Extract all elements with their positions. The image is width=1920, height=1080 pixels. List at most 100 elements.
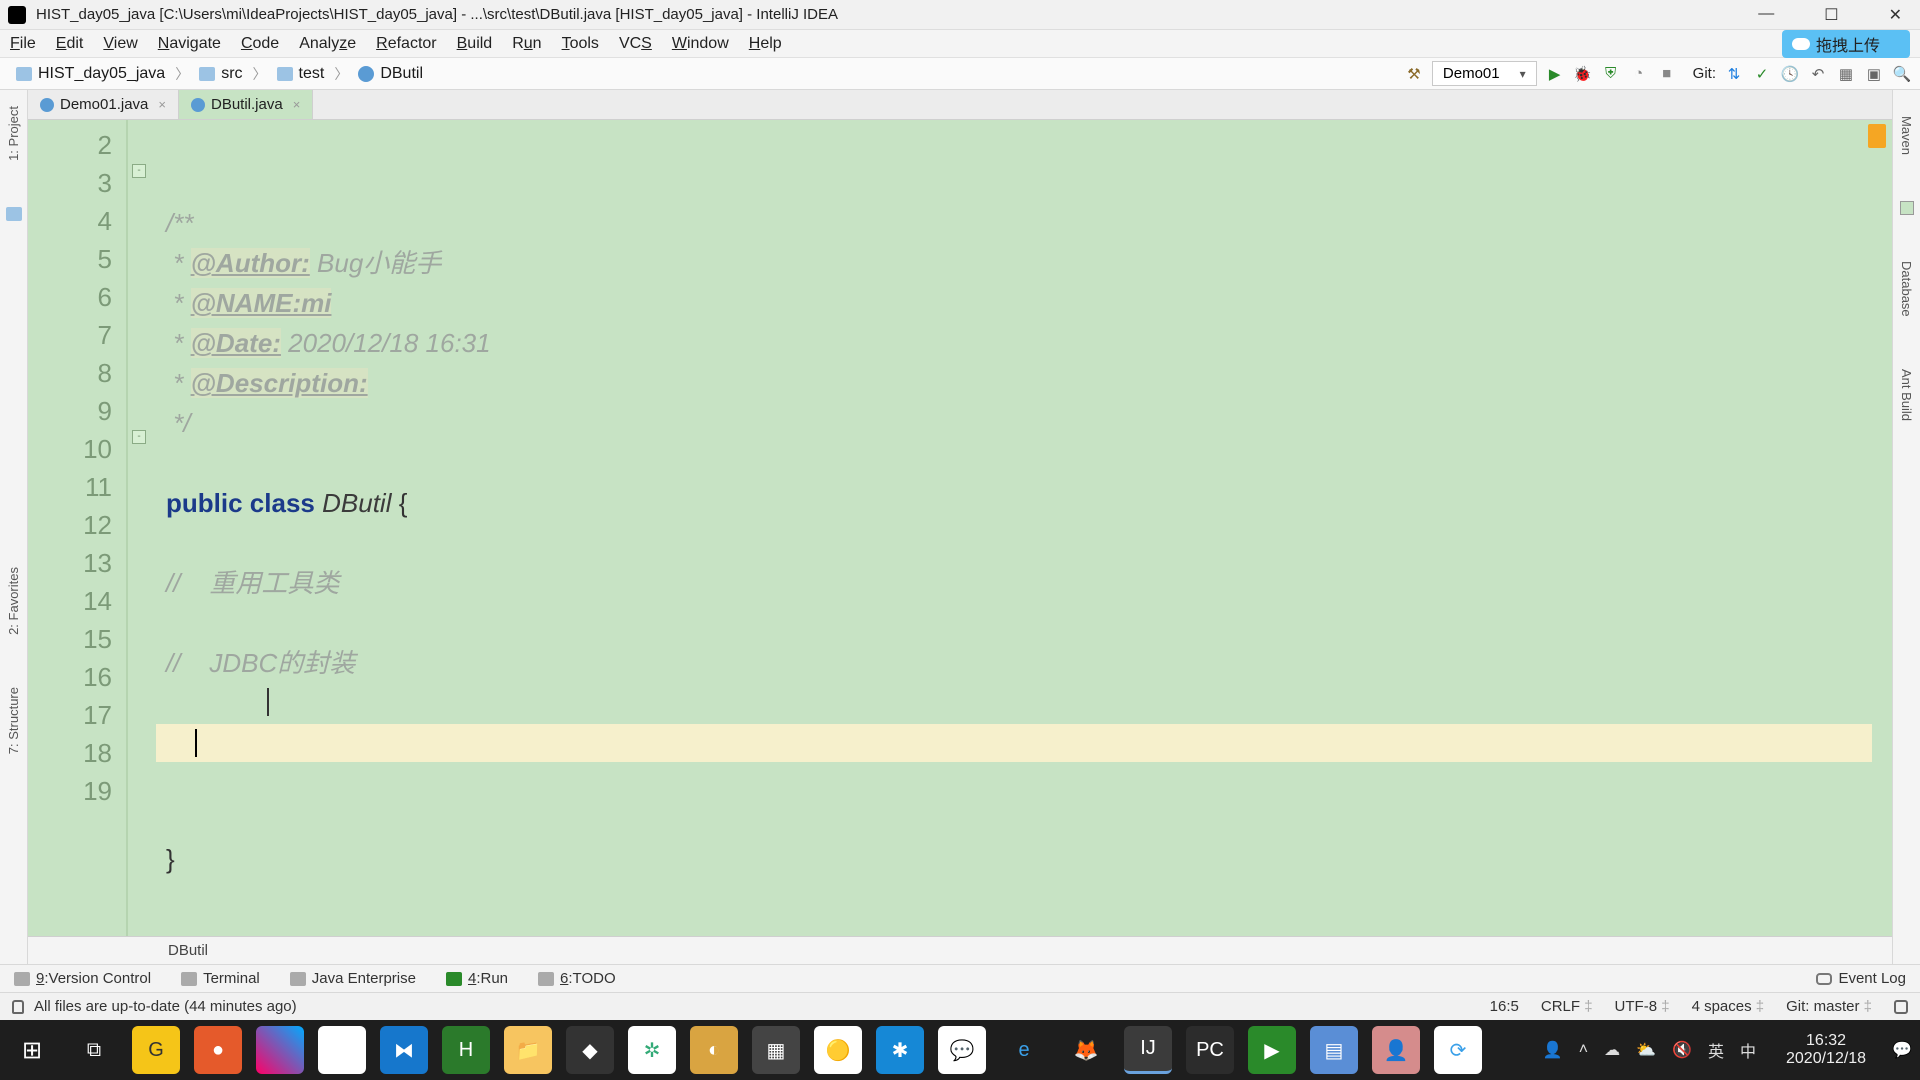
task-view-icon[interactable]: ⧉ [70, 1026, 118, 1074]
menu-view[interactable]: View [103, 35, 137, 53]
lock-icon[interactable] [12, 1000, 24, 1014]
taskbar-explorer[interactable]: 📁 [504, 1026, 552, 1074]
tab-demo01[interactable]: Demo01.java× [28, 90, 179, 119]
minimize-button[interactable]: — [1748, 5, 1784, 25]
ide-split-icon[interactable]: ▣ [1864, 64, 1884, 84]
folder-small-icon[interactable] [6, 207, 22, 221]
menu-build[interactable]: Build [457, 35, 493, 53]
taskbar-app-9[interactable]: 🟡 [814, 1026, 862, 1074]
maximize-button[interactable]: ☐ [1814, 5, 1848, 25]
run-config-selector[interactable]: Demo01 ▾ [1432, 61, 1537, 86]
close-button[interactable]: ✕ [1879, 5, 1912, 25]
menu-window[interactable]: Window [672, 35, 729, 53]
cloud-upload-badge[interactable]: 拖拽上传 [1782, 30, 1910, 58]
tool-maven[interactable]: Maven [1899, 110, 1914, 161]
tray-weather-icon[interactable]: ⛅ [1636, 1040, 1656, 1060]
run-button[interactable]: ▶ [1545, 64, 1565, 84]
git-branch[interactable]: Git: master ‡ [1786, 998, 1872, 1015]
line-separator[interactable]: CRLF ‡ [1541, 998, 1593, 1015]
tool-database[interactable]: Database [1899, 255, 1914, 323]
taskbar-app-1[interactable]: G [132, 1026, 180, 1074]
tool-project[interactable]: 1: Project [6, 100, 21, 167]
tool-run[interactable]: 4: Run [446, 970, 508, 987]
git-update-icon[interactable]: ⇅ [1724, 64, 1744, 84]
stop-button[interactable]: ■ [1657, 64, 1677, 84]
menu-analyze[interactable]: Analyze [299, 35, 356, 53]
caret-position[interactable]: 16:5 [1490, 998, 1519, 1015]
tool-terminal[interactable]: Terminal [181, 970, 260, 987]
git-commit-icon[interactable]: ✓ [1752, 64, 1772, 84]
taskbar-app-4[interactable]: H [442, 1026, 490, 1074]
coverage-button[interactable]: ⛨ [1601, 64, 1621, 84]
menu-run[interactable]: Run [512, 35, 541, 53]
taskbar-app-7[interactable]: ◐ [690, 1026, 738, 1074]
tray-people-icon[interactable]: 👤 [1543, 1040, 1563, 1060]
indent-setting[interactable]: 4 spaces ‡ [1692, 998, 1765, 1015]
profile-button[interactable]: ◔ [1629, 64, 1649, 84]
ide-settings-icon[interactable]: ▦ [1836, 64, 1856, 84]
tray-volume-icon[interactable]: 🔇 [1672, 1040, 1692, 1060]
tray-cloud-icon[interactable]: ☁ [1604, 1040, 1620, 1060]
tray-clock[interactable]: 16:32 2020/12/18 [1786, 1032, 1866, 1068]
system-tray[interactable]: 👤 ˄ ☁ ⛅ 🔇 英 中 16:32 2020/12/18 💬 [1543, 1032, 1912, 1068]
taskbar-app-5[interactable]: ◆ [566, 1026, 614, 1074]
start-button[interactable]: ⊞ [8, 1026, 56, 1074]
tool-java-enterprise[interactable]: Java Enterprise [290, 970, 416, 987]
taskbar-app-2[interactable]: ● [194, 1026, 242, 1074]
tray-notifications-icon[interactable]: 💬 [1892, 1040, 1912, 1060]
menu-edit[interactable]: Edit [56, 35, 84, 53]
tray-up-icon[interactable]: ˄ [1579, 1041, 1588, 1059]
close-tab-icon[interactable]: × [293, 97, 301, 112]
breadcrumb-src[interactable]: src [191, 65, 250, 83]
event-log-button[interactable]: Event Log [1816, 970, 1906, 987]
tool-todo[interactable]: 6: TODO [538, 970, 616, 987]
git-history-icon[interactable]: 🕓 [1780, 64, 1800, 84]
taskbar-app-14[interactable]: ⟳ [1434, 1026, 1482, 1074]
taskbar-chrome[interactable]: ◉ [318, 1026, 366, 1074]
close-tab-icon[interactable]: × [158, 97, 166, 112]
taskbar-app-3[interactable] [256, 1026, 304, 1074]
git-revert-icon[interactable]: ↶ [1808, 64, 1828, 84]
tool-antbuild[interactable]: Ant Build [1899, 363, 1914, 427]
tray-ime-icon[interactable]: 英 [1708, 1038, 1724, 1062]
tool-vcs[interactable]: 9: Version Control [14, 970, 151, 987]
tool-favorites[interactable]: 2: Favorites [6, 561, 21, 641]
taskbar-app-8[interactable]: ▦ [752, 1026, 800, 1074]
taskbar-firefox[interactable]: 🦊 [1062, 1026, 1110, 1074]
taskbar-app-6[interactable]: ✲ [628, 1026, 676, 1074]
taskbar-app-13[interactable]: 👤 [1372, 1026, 1420, 1074]
preview-thumbnail[interactable] [1900, 201, 1914, 215]
menu-navigate[interactable]: Navigate [158, 35, 221, 53]
menu-vcs[interactable]: VCS [619, 35, 652, 53]
menu-code[interactable]: Code [241, 35, 279, 53]
breadcrumb-project[interactable]: HIST_day05_java [8, 65, 173, 83]
taskbar-app-10[interactable]: ✱ [876, 1026, 924, 1074]
build-icon[interactable]: ⚒ [1404, 64, 1424, 84]
taskbar-vscode[interactable]: ⧓ [380, 1026, 428, 1074]
menu-file[interactable]: File [10, 35, 36, 53]
menu-refactor[interactable]: Refactor [376, 35, 436, 53]
tab-dbutil[interactable]: DButil.java× [179, 90, 313, 119]
taskbar-app-12[interactable]: ▤ [1310, 1026, 1358, 1074]
taskbar-app-11[interactable]: ▶ [1248, 1026, 1296, 1074]
readonly-toggle-icon[interactable] [1894, 1000, 1908, 1014]
taskbar-edge[interactable]: e [1000, 1026, 1048, 1074]
debug-button[interactable]: 🐞 [1573, 64, 1593, 84]
fold-toggle-icon[interactable]: - [132, 164, 146, 178]
tool-structure[interactable]: 7: Structure [6, 681, 21, 760]
file-encoding[interactable]: UTF-8 ‡ [1615, 998, 1670, 1015]
fold-toggle-icon[interactable]: - [132, 430, 146, 444]
code-editor[interactable]: 2345678910111213141516171819 - - /** * @… [28, 120, 1892, 936]
breadcrumb-class[interactable]: DButil [350, 65, 431, 83]
tray-ime2-icon[interactable]: 中 [1740, 1038, 1756, 1062]
fold-column[interactable]: - - [128, 120, 156, 936]
code-content[interactable]: /** * @Author: Bug小能手 * @NAME:mi * @Date… [156, 120, 1892, 936]
menu-help[interactable]: Help [749, 35, 782, 53]
search-icon[interactable]: 🔍 [1892, 64, 1912, 84]
editor-breadcrumb[interactable]: DButil [28, 936, 1892, 964]
breadcrumb-test[interactable]: test [269, 65, 333, 83]
taskbar-wechat[interactable]: 💬 [938, 1026, 986, 1074]
taskbar-pycharm[interactable]: PC [1186, 1026, 1234, 1074]
menu-tools[interactable]: Tools [562, 35, 599, 53]
taskbar-intellij[interactable]: IJ [1124, 1026, 1172, 1074]
